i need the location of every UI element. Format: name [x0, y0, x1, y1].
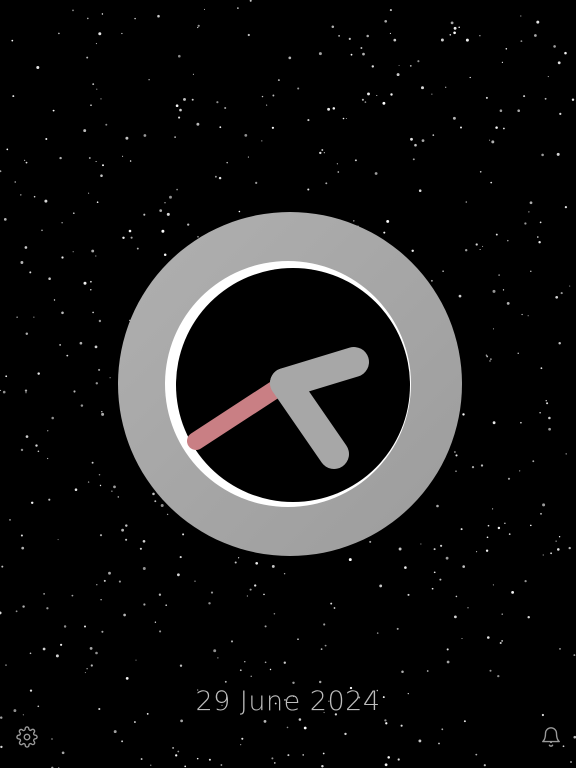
date-label: 29 June 2024	[195, 686, 381, 717]
gear-icon	[16, 726, 38, 748]
bell-icon	[542, 727, 560, 747]
analog-clock	[118, 212, 462, 556]
alarm-button[interactable]	[540, 726, 562, 748]
settings-button[interactable]	[16, 726, 38, 748]
